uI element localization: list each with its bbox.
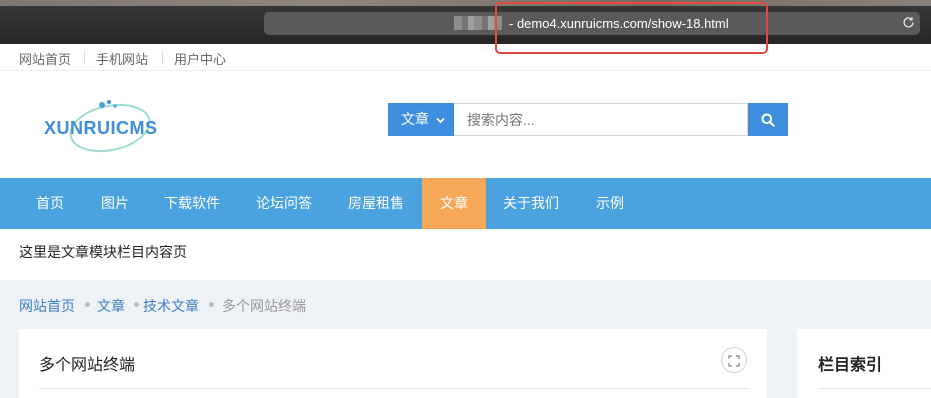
search-category-label: 文章 [401, 111, 429, 127]
nav-item-downloads[interactable]: 下载软件 [164, 178, 220, 229]
search-input[interactable] [454, 103, 748, 136]
breadcrumb-home[interactable]: 网站首页 [19, 296, 75, 316]
nav-item-home[interactable]: 首页 [36, 178, 64, 229]
expand-button[interactable] [721, 347, 747, 373]
breadcrumb-separator [134, 302, 139, 307]
chevron-down-icon [436, 103, 445, 136]
site-logo[interactable]: XUNRUICMS [36, 96, 176, 156]
topbar-divider [84, 51, 85, 64]
page-intro-text: 这里是文章模块栏目内容页 [19, 244, 187, 260]
breadcrumb-current: 多个网站终端 [222, 298, 306, 314]
article-title: 多个网站终端 [39, 357, 136, 374]
panel-divider [39, 388, 748, 389]
nav-item-images[interactable]: 图片 [101, 178, 129, 229]
topbar-link-home[interactable]: 网站首页 [19, 49, 71, 68]
nav-item-housing[interactable]: 房屋租售 [348, 178, 404, 229]
breadcrumb-separator [209, 302, 214, 307]
breadcrumb-separator [85, 302, 90, 307]
panel-divider [818, 388, 931, 389]
window-background-strip [0, 0, 931, 6]
reload-icon[interactable] [901, 16, 915, 30]
topbar-link-user-center[interactable]: 用户中心 [174, 49, 226, 68]
search-icon [761, 113, 775, 132]
search-category-dropdown[interactable]: 文章 [388, 103, 454, 136]
nav-item-examples[interactable]: 示例 [596, 178, 624, 229]
category-index-title: 栏目索引 [818, 357, 883, 374]
breadcrumb-tech-articles[interactable]: 技术文章 [143, 296, 199, 316]
breadcrumb-articles[interactable]: 文章 [97, 296, 125, 316]
main-nav: 首页 图片 下载软件 论坛问答 房屋租售 文章 关于我们 示例 [0, 178, 931, 229]
expand-icon [728, 354, 740, 372]
nav-item-about[interactable]: 关于我们 [503, 178, 559, 229]
nav-item-articles[interactable]: 文章 [422, 178, 486, 229]
topbar-link-mobile[interactable]: 手机网站 [96, 49, 148, 68]
category-index-panel: 栏目索引 [797, 329, 931, 398]
article-panel: 多个网站终端 [19, 329, 767, 398]
browser-toolbar: - demo4.xunruicms.com/show-18.html [0, 0, 931, 44]
top-link-bar: 网站首页 手机网站 用户中心 [0, 44, 931, 71]
nav-item-forum[interactable]: 论坛问答 [256, 178, 312, 229]
logo-text: XUNRUICMS [44, 118, 158, 138]
topbar-divider [162, 51, 163, 64]
search-button[interactable] [748, 103, 788, 136]
